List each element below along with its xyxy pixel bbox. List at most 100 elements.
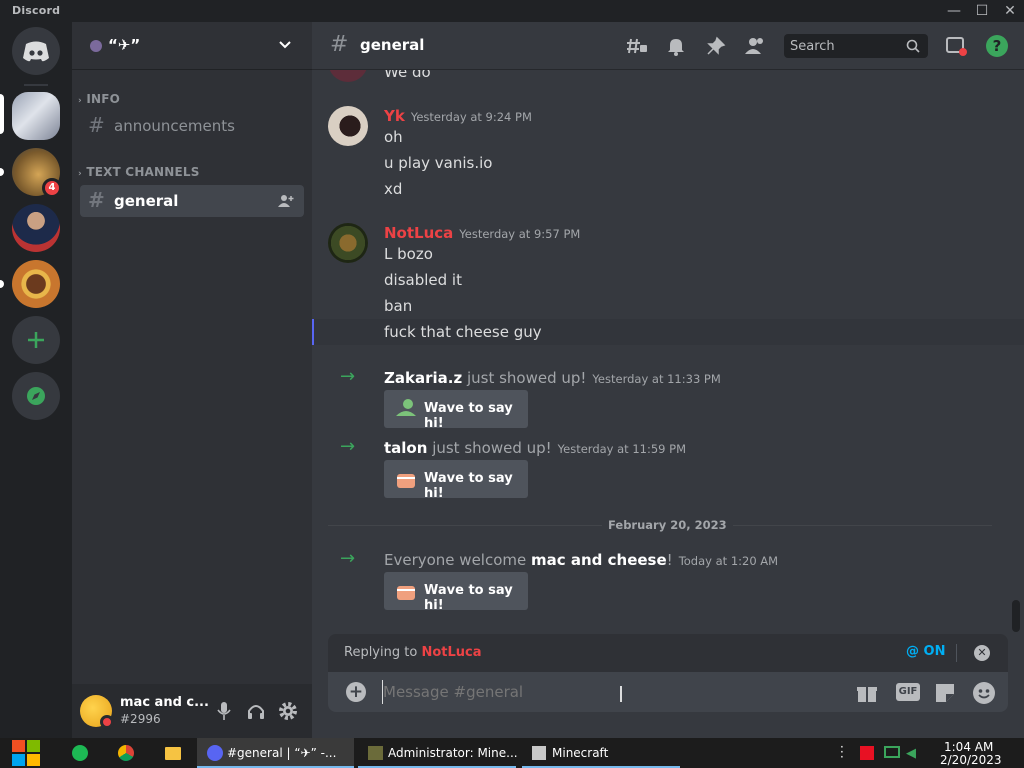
- join-message: Zakaria.z just showed up! Yesterday at 11…: [384, 369, 721, 387]
- gif-button[interactable]: GIF: [896, 683, 920, 701]
- scrollbar-thumb[interactable]: [1012, 600, 1020, 632]
- server-icon-current[interactable]: [12, 92, 60, 140]
- channel-title: general: [360, 36, 425, 54]
- server-header[interactable]: “✈”: [72, 22, 312, 70]
- divider: [24, 84, 48, 86]
- wave-sticker-icon: [396, 399, 416, 416]
- wave-button[interactable]: Wave to say hi!: [384, 572, 528, 613]
- file-explorer-icon[interactable]: [165, 747, 181, 760]
- notification-bell-icon[interactable]: [666, 36, 686, 56]
- message-header: Yk Yesterday at 9:24 PM: [384, 106, 532, 125]
- server-list: 4: [0, 22, 72, 738]
- windows-start-icon[interactable]: [10, 738, 42, 768]
- member-list-icon[interactable]: [744, 36, 766, 56]
- wave-button[interactable]: Wave to say hi!: [384, 390, 528, 431]
- upload-plus-icon[interactable]: +: [346, 682, 366, 702]
- username: mac and c...: [120, 695, 209, 710]
- add-server-button[interactable]: [12, 316, 60, 364]
- reply-label: Replying to NotLuca: [344, 645, 482, 660]
- join-message: talon just showed up! Yesterday at 11:59 …: [384, 439, 687, 457]
- category-info[interactable]: › INFO: [78, 92, 120, 106]
- date-divider-label: February 20, 2023: [602, 518, 733, 532]
- divider: [956, 644, 957, 662]
- java-icon: [532, 746, 546, 760]
- chat-area: # general Search ? We do Yk Yesterday at …: [312, 22, 1024, 738]
- network-icon[interactable]: [884, 746, 900, 758]
- search-placeholder: Search: [790, 39, 835, 54]
- server-icon-flag[interactable]: [12, 204, 60, 252]
- message-text: ban: [384, 297, 413, 315]
- maximize-button[interactable]: ☐: [968, 0, 996, 22]
- selected-indicator: [0, 94, 4, 134]
- emoji-icon[interactable]: [972, 681, 996, 705]
- timestamp: Yesterday at 9:57 PM: [459, 227, 581, 241]
- user-tag: #2996: [120, 712, 161, 726]
- wave-button[interactable]: Wave to say hi!: [384, 460, 528, 501]
- author-name[interactable]: Yk: [384, 107, 405, 125]
- pin-icon[interactable]: [706, 36, 726, 56]
- spotify-icon[interactable]: [72, 745, 88, 761]
- taskbar-app-terminal[interactable]: Administrator: Mine...: [358, 738, 518, 768]
- create-invite-icon[interactable]: [278, 194, 294, 208]
- clock-date: 2/20/2023: [940, 753, 1002, 767]
- message-text: L bozo: [384, 245, 433, 263]
- category-text-channels[interactable]: › TEXT CHANNELS: [78, 165, 200, 179]
- help-icon[interactable]: ?: [986, 35, 1008, 57]
- chrome-icon[interactable]: [118, 745, 134, 761]
- overflow-menu-icon[interactable]: · · ·: [840, 741, 844, 763]
- unread-indicator: [0, 168, 4, 176]
- discord-icon: [207, 745, 223, 761]
- sticker-icon[interactable]: [934, 682, 956, 704]
- cancel-reply-icon[interactable]: ✕: [974, 645, 990, 661]
- chevron-down-icon: [279, 41, 291, 49]
- dnd-status-icon: [100, 715, 114, 729]
- message-text: xd: [384, 180, 403, 198]
- channel-announcements[interactable]: # announcements: [80, 110, 304, 142]
- terminal-icon: [368, 746, 383, 760]
- message-input[interactable]: [382, 680, 782, 704]
- message-text: disabled it: [384, 271, 462, 289]
- message-text: fuck that cheese guy: [384, 323, 542, 341]
- taskbar-app-discord[interactable]: #general | “✈” -...: [197, 738, 354, 768]
- explore-servers-button[interactable]: [12, 372, 60, 420]
- reply-bar: Replying to NotLuca @ ON ✕: [328, 634, 1008, 672]
- avatar[interactable]: [328, 223, 368, 263]
- timestamp: Yesterday at 9:24 PM: [410, 110, 532, 124]
- message-composer: + GIF: [328, 672, 1008, 712]
- clock-time: 1:04 AM: [944, 740, 994, 754]
- title-bar: Discord — ☐ ✕: [0, 0, 1024, 22]
- discord-logo-icon: [23, 41, 49, 62]
- threads-icon[interactable]: [626, 36, 648, 56]
- taskbar: #general | “✈” -... Administrator: Mine.…: [0, 738, 1024, 768]
- hashtag-icon: #: [330, 32, 349, 57]
- channel-general[interactable]: # general: [80, 185, 304, 217]
- mouse-cursor: [620, 686, 622, 702]
- taskbar-app-minecraft[interactable]: Minecraft: [522, 738, 680, 768]
- author-name[interactable]: NotLuca: [384, 224, 453, 242]
- mention-toggle[interactable]: @ ON: [906, 644, 945, 659]
- microphone-icon[interactable]: [216, 701, 232, 721]
- message-text: u play vanis.io: [384, 154, 493, 172]
- inbox-icon[interactable]: [946, 36, 968, 56]
- settings-gear-icon[interactable]: [278, 701, 298, 721]
- server-icon-burger[interactable]: [12, 260, 60, 308]
- app-title: Discord: [12, 4, 61, 17]
- message-header: NotLuca Yesterday at 9:57 PM: [384, 223, 580, 242]
- home-button[interactable]: [12, 27, 60, 75]
- flag-icon[interactable]: [860, 746, 874, 760]
- channel-header: # general Search ?: [312, 22, 1024, 70]
- volume-icon[interactable]: ◀: [906, 746, 920, 761]
- server-name: “✈”: [108, 36, 141, 54]
- channel-sidebar: “✈” › INFO # announcements › TEXT CHANNE…: [72, 22, 312, 738]
- headphones-icon[interactable]: [246, 701, 266, 721]
- search-input[interactable]: Search: [784, 34, 928, 58]
- compass-icon: [27, 387, 45, 405]
- gift-icon[interactable]: [856, 682, 878, 704]
- minimize-button[interactable]: —: [940, 0, 968, 22]
- unread-indicator: [0, 280, 4, 288]
- avatar[interactable]: [328, 106, 368, 146]
- close-button[interactable]: ✕: [996, 0, 1024, 22]
- wave-sticker-icon: [397, 586, 415, 600]
- search-icon: [906, 39, 920, 53]
- message-text: oh: [384, 128, 403, 146]
